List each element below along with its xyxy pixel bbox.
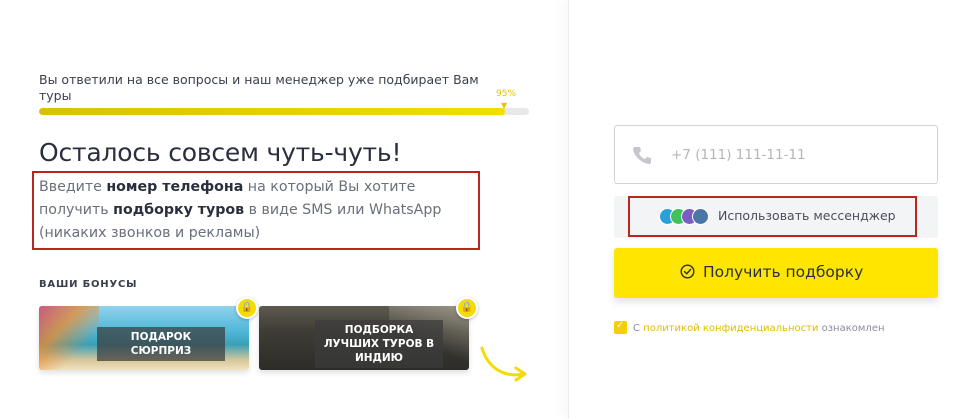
- check-circle-icon: [680, 264, 695, 279]
- phone-field[interactable]: [614, 125, 938, 184]
- consent-prefix: С: [633, 323, 640, 334]
- get-selection-label: Получить подборку: [703, 263, 864, 281]
- phone-input[interactable]: [671, 144, 911, 166]
- privacy-consent: С политикой конфиденциальности ознакомле…: [614, 320, 885, 335]
- bonus-card-label: ПОДАРОК СЮРПРИЗ: [97, 327, 225, 361]
- progress-message: Вы ответили на все вопросы и наш менедже…: [39, 72, 479, 103]
- bonuses-title: ВАШИ БОНУСЫ: [39, 279, 138, 290]
- quiz-left-panel: Вы ответили на все вопросы и наш менедже…: [0, 0, 568, 419]
- arrow-right-icon: [480, 346, 527, 382]
- get-selection-button[interactable]: Получить подборку: [614, 248, 938, 298]
- consent-checkbox[interactable]: [614, 320, 627, 334]
- intro-text-bold: номер телефона: [106, 179, 244, 195]
- progress-marker-icon: ▼: [501, 101, 508, 110]
- intro-text-part: Введите: [39, 179, 107, 195]
- get-selection-content: Получить подборку: [680, 263, 863, 281]
- progress-bar-fill: [39, 108, 505, 115]
- bonus-card-india: ПОДБОРКА ЛУЧШИХ ТУРОВ В ИНДИЮ: [259, 306, 469, 370]
- vk-icon: [692, 208, 709, 225]
- phone-icon: [633, 147, 651, 164]
- use-messenger-button[interactable]: Использовать мессенджер: [628, 196, 917, 237]
- use-messenger-label: Использовать мессенджер: [718, 208, 896, 223]
- lock-icon: 🔒: [456, 297, 478, 319]
- messenger-icons: [659, 208, 715, 226]
- consent-suffix: ознакомлен: [821, 323, 885, 334]
- intro-text: Введите номер телефона на который Вы хот…: [39, 176, 479, 245]
- page-title: Осталось совсем чуть-чуть!: [39, 138, 402, 167]
- intro-text-bold: подборку туров: [113, 202, 245, 218]
- bonus-card-surprise: ПОДАРОК СЮРПРИЗ: [39, 306, 249, 370]
- progress-percent: 95%: [496, 89, 517, 99]
- bonus-card-label: ПОДБОРКА ЛУЧШИХ ТУРОВ В ИНДИЮ: [315, 320, 443, 368]
- lock-icon: 🔒: [236, 297, 258, 319]
- progress-bar: [39, 108, 529, 115]
- privacy-policy-link[interactable]: политикой конфиденциальности: [643, 323, 818, 334]
